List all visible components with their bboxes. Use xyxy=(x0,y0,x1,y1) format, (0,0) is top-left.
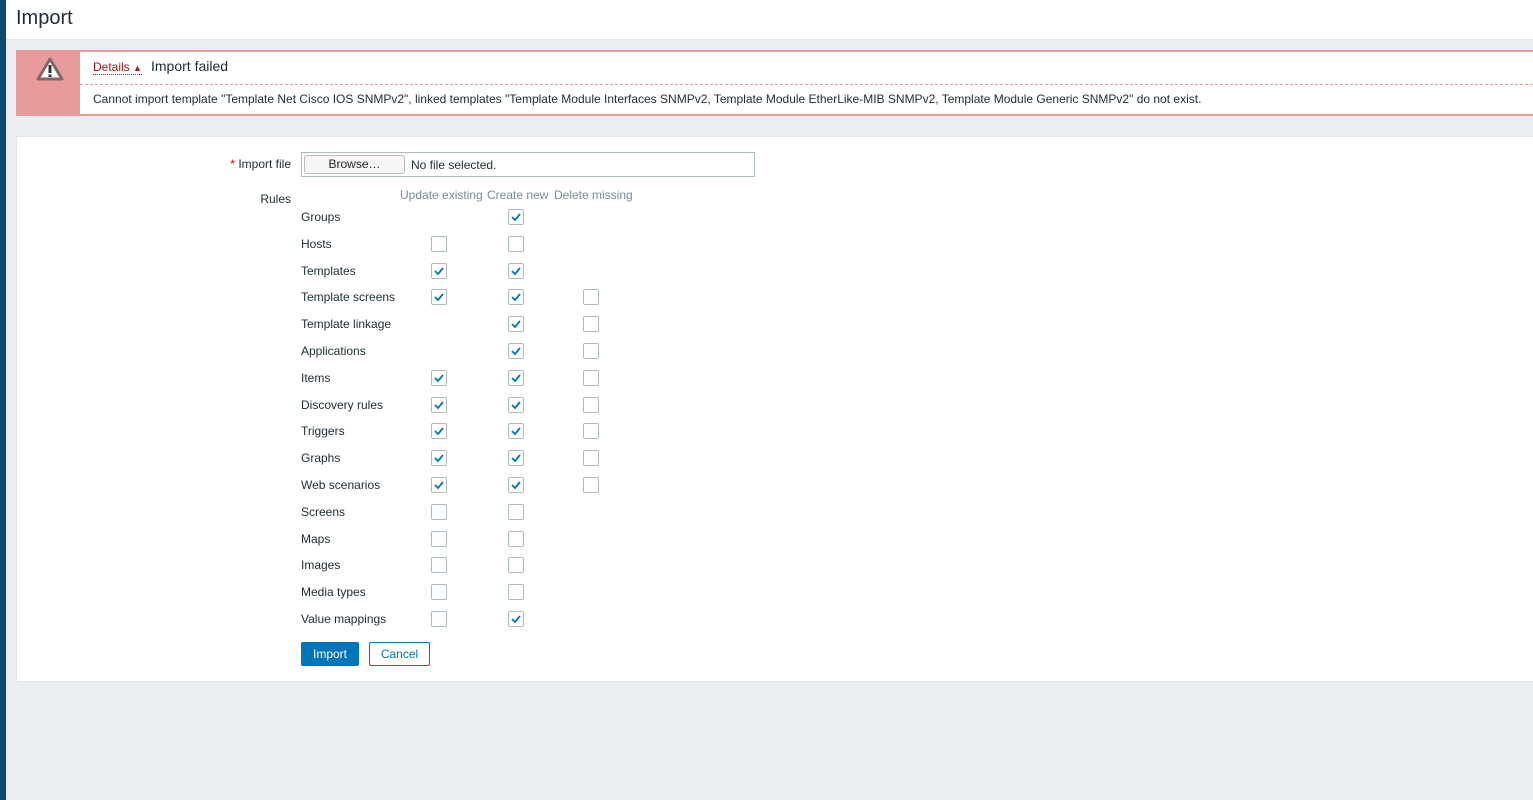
rules-label: Rules xyxy=(260,192,291,206)
checkmark-icon xyxy=(511,401,521,409)
triangle-up-icon: ▲ xyxy=(133,63,142,73)
checkbox-update-web-scenarios[interactable] xyxy=(431,477,447,493)
checkbox-create-graphs[interactable] xyxy=(508,450,524,467)
checkbox-create-maps[interactable] xyxy=(508,530,524,547)
checkbox-delete-items[interactable] xyxy=(583,369,599,386)
checkmark-icon xyxy=(511,481,521,490)
required-mark: * xyxy=(230,157,235,171)
column-create-new: Create new xyxy=(487,188,549,202)
checkmark-icon xyxy=(434,267,444,275)
rule-label: Items xyxy=(301,370,331,385)
file-status: No file selected. xyxy=(411,158,497,172)
checkbox-delete-applications[interactable] xyxy=(583,343,599,359)
rule-label: Images xyxy=(301,558,341,573)
import-file-input[interactable]: Browse… No file selected. xyxy=(301,152,755,177)
rule-label: Maps xyxy=(301,531,331,546)
rule-label: Media types xyxy=(301,585,366,600)
checkbox-update-media-types[interactable] xyxy=(431,584,447,601)
checkbox-create-applications[interactable] xyxy=(508,343,524,359)
checkbox-delete-discovery-rules[interactable] xyxy=(583,396,599,413)
column-delete-missing: Delete missing xyxy=(554,188,633,202)
checkbox-create-groups[interactable] xyxy=(508,209,524,225)
rule-label: Hosts xyxy=(301,236,332,251)
rule-label: Web scenarios xyxy=(301,478,381,492)
checkbox-update-discovery-rules[interactable] xyxy=(431,396,447,413)
checkmark-icon xyxy=(511,427,521,436)
checkbox-create-hosts[interactable] xyxy=(508,235,524,252)
checkbox-delete-template-linkage[interactable] xyxy=(583,316,599,333)
page-title: Import xyxy=(16,7,73,29)
checkmark-icon xyxy=(511,320,521,329)
details-toggle[interactable]: Details ▲ xyxy=(93,60,142,75)
checkmark-icon xyxy=(511,213,521,222)
rule-label: Discovery rules xyxy=(301,397,384,412)
cancel-button[interactable]: Cancel xyxy=(369,642,430,666)
error-message-box: Details ▲ Import failed Cannot import te… xyxy=(16,50,1533,116)
checkbox-update-triggers[interactable] xyxy=(431,423,447,440)
sidebar-strip xyxy=(0,0,6,800)
rule-label: Templates xyxy=(301,263,356,278)
warning-icon xyxy=(36,57,64,81)
checkmark-icon xyxy=(434,481,444,490)
checkbox-create-items[interactable] xyxy=(508,369,524,386)
alert-title: Import failed xyxy=(151,58,229,74)
checkmark-icon xyxy=(511,615,521,624)
rule-label: Groups xyxy=(301,210,341,224)
checkbox-update-hosts[interactable] xyxy=(431,235,447,252)
checkbox-delete-template-screens[interactable] xyxy=(583,289,599,306)
rule-label: Triggers xyxy=(301,424,345,439)
checkbox-create-media-types[interactable] xyxy=(508,584,524,601)
checkbox-create-web-scenarios[interactable] xyxy=(508,477,524,493)
checkbox-create-screens[interactable] xyxy=(508,503,524,520)
checkmark-icon xyxy=(511,347,521,356)
checkbox-create-images[interactable] xyxy=(508,557,524,574)
checkmark-icon xyxy=(511,454,521,463)
checkbox-update-value-mappings[interactable] xyxy=(431,611,447,627)
rule-label: Template linkage xyxy=(301,317,392,332)
checkmark-icon xyxy=(434,454,444,463)
rule-label: Template screens xyxy=(301,290,396,305)
details-label: Details xyxy=(93,60,130,74)
import-form: * Import file Browse… No file selected. … xyxy=(16,136,1533,682)
checkbox-create-template-linkage[interactable] xyxy=(508,316,524,333)
checkmark-icon xyxy=(511,267,521,275)
checkbox-create-value-mappings[interactable] xyxy=(508,611,524,627)
import-file-label: * Import file xyxy=(230,157,291,171)
alert-message: Cannot import template "Template Net Cis… xyxy=(93,92,1202,106)
checkbox-update-screens[interactable] xyxy=(431,503,447,520)
checkmark-icon xyxy=(434,374,444,383)
rule-label: Value mappings xyxy=(301,612,387,626)
checkmark-icon xyxy=(434,427,444,436)
checkbox-update-templates[interactable] xyxy=(431,262,447,279)
rule-label: Graphs xyxy=(301,451,341,466)
import-button[interactable]: Import xyxy=(301,642,359,666)
checkbox-create-template-screens[interactable] xyxy=(508,289,524,306)
divider xyxy=(80,84,1533,85)
checkbox-update-images[interactable] xyxy=(431,557,447,574)
import-file-text: Import file xyxy=(238,157,291,171)
checkbox-delete-web-scenarios[interactable] xyxy=(583,477,599,493)
checkbox-create-triggers[interactable] xyxy=(508,423,524,440)
column-update-existing: Update existing xyxy=(400,188,483,202)
checkbox-update-items[interactable] xyxy=(431,369,447,386)
alert-side xyxy=(18,52,80,114)
checkbox-update-template-screens[interactable] xyxy=(431,289,447,306)
browse-button[interactable]: Browse… xyxy=(304,155,405,174)
checkmark-icon xyxy=(511,374,521,383)
checkmark-icon xyxy=(434,401,444,409)
checkbox-update-maps[interactable] xyxy=(431,530,447,547)
checkbox-update-graphs[interactable] xyxy=(431,450,447,467)
page-header: Import xyxy=(6,0,1533,40)
checkbox-create-templates[interactable] xyxy=(508,262,524,279)
checkmark-icon xyxy=(434,293,444,302)
checkbox-create-discovery-rules[interactable] xyxy=(508,396,524,413)
checkbox-delete-graphs[interactable] xyxy=(583,450,599,467)
checkmark-icon xyxy=(511,293,521,302)
rule-label: Applications xyxy=(301,344,366,358)
rule-label: Screens xyxy=(301,504,346,519)
checkbox-delete-triggers[interactable] xyxy=(583,423,599,440)
